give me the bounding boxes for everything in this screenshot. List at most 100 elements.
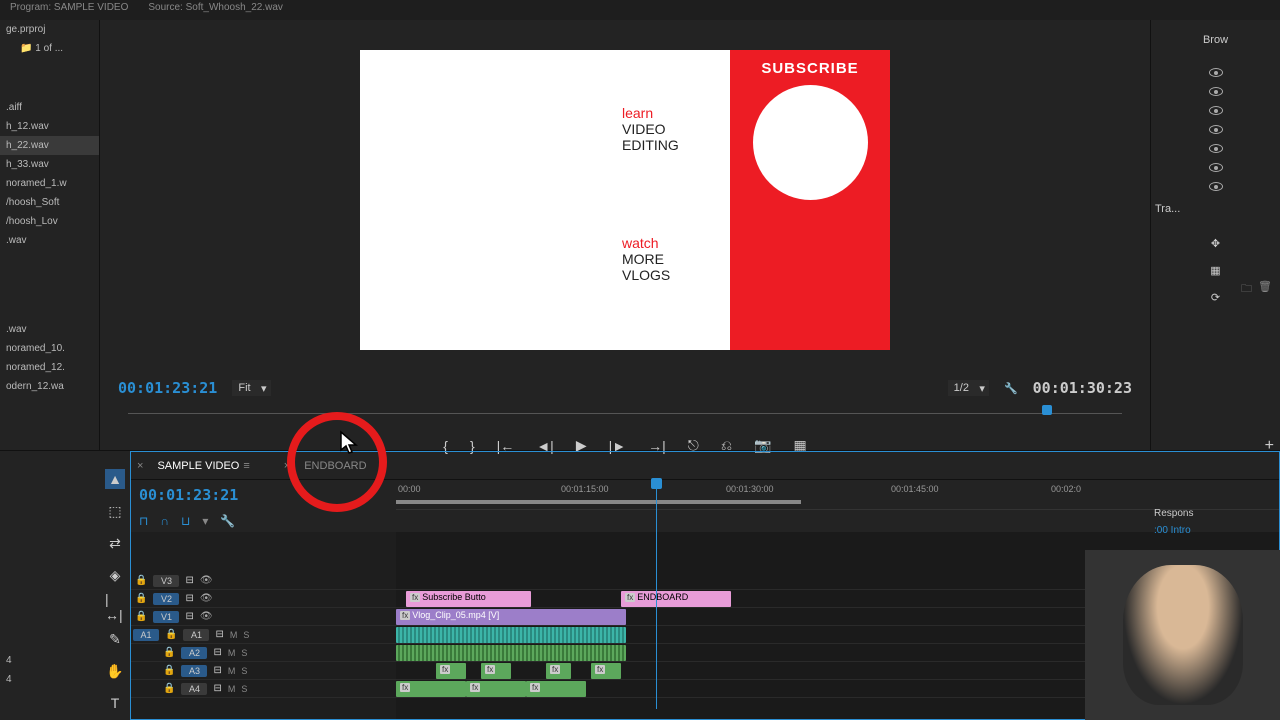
linked-selection-icon[interactable]: ∩ xyxy=(160,514,169,528)
toggle-output-icon[interactable]: ⊟ xyxy=(213,683,221,694)
lock-icon[interactable]: 🔒 xyxy=(163,683,175,694)
visibility-eye-icon[interactable] xyxy=(1209,106,1223,115)
track-label-v3[interactable]: V3 xyxy=(153,575,179,587)
file-item[interactable]: /hoosh_Lov xyxy=(0,212,99,231)
audio-clip[interactable]: fx xyxy=(526,681,586,697)
ripple-edit-icon[interactable]: ⇄ xyxy=(105,533,125,553)
visibility-eye-icon[interactable] xyxy=(1209,68,1223,77)
project-file[interactable]: ge.prproj xyxy=(0,20,99,39)
audio-clip[interactable]: fx xyxy=(546,663,571,679)
move-icon[interactable]: ✥ xyxy=(1211,237,1220,250)
file-item[interactable]: h_33.wav xyxy=(0,155,99,174)
audio-clip[interactable] xyxy=(396,627,626,643)
audio-clip[interactable]: fx xyxy=(396,681,466,697)
file-item[interactable]: noramed_10. xyxy=(0,339,99,358)
new-bin-icon[interactable]: 🗀 xyxy=(1241,280,1252,299)
tab-sample-video[interactable]: SAMPLE VIDEO ≡ xyxy=(147,456,259,476)
responsive-label: Respons xyxy=(1154,508,1276,519)
track-label-v1[interactable]: V1 xyxy=(153,611,179,623)
audio-clip[interactable]: fx xyxy=(466,681,526,697)
type-tool-icon[interactable]: T xyxy=(105,693,125,713)
grid-icon[interactable]: ▦ xyxy=(1210,264,1220,277)
file-item[interactable]: 4 xyxy=(0,651,100,670)
audio-clip[interactable]: fx xyxy=(481,663,511,679)
settings-icon[interactable]: 🔧 xyxy=(1004,382,1018,395)
zoom-fit-dropdown[interactable]: Fit xyxy=(232,380,270,396)
sync-icon[interactable]: ⟳ xyxy=(1211,291,1220,304)
file-item[interactable]: h_12.wav xyxy=(0,117,99,136)
clip-vlog[interactable]: fxVlog_Clip_05.mp4 [V] xyxy=(396,609,626,625)
playhead[interactable] xyxy=(656,480,657,709)
toggle-output-icon[interactable]: ⊟ xyxy=(213,665,221,676)
file-item[interactable]: odern_12.wa xyxy=(0,377,99,396)
intro-marker[interactable]: :00 Intro xyxy=(1154,519,1276,536)
solo-button[interactable]: S xyxy=(241,666,247,676)
audio-clip[interactable] xyxy=(396,645,626,661)
wrench-icon[interactable]: 🔧 xyxy=(220,514,235,528)
visibility-eye-icon[interactable] xyxy=(1209,163,1223,172)
audio-clip[interactable]: fx xyxy=(436,663,466,679)
delete-icon[interactable]: 🗑 xyxy=(1258,280,1272,299)
lock-icon[interactable]: 🔒 xyxy=(165,629,177,640)
snap-icon[interactable]: ⊓ xyxy=(139,514,148,528)
visibility-eye-icon[interactable] xyxy=(1209,87,1223,96)
source-label: Source: Soft_Whoosh_22.wav xyxy=(148,2,283,18)
visibility-eye-icon[interactable] xyxy=(1209,125,1223,134)
file-item[interactable]: noramed_1.w xyxy=(0,174,99,193)
solo-button[interactable]: S xyxy=(241,648,247,658)
track-label-a4[interactable]: A4 xyxy=(181,683,207,695)
close-tab-icon[interactable]: × xyxy=(137,460,143,472)
track-label-v2[interactable]: V2 xyxy=(153,593,179,605)
track-label-a3[interactable]: A3 xyxy=(181,665,207,677)
toggle-output-icon[interactable]: ⊟ xyxy=(185,611,193,622)
marker-icon[interactable]: ⊔ xyxy=(181,514,190,528)
clip-endboard[interactable]: fxENDBOARD xyxy=(621,591,731,607)
toggle-output-icon[interactable]: ⊟ xyxy=(215,629,223,640)
solo-button[interactable]: S xyxy=(243,630,249,640)
patch-a1[interactable]: A1 xyxy=(133,629,159,641)
visibility-eye-icon[interactable] xyxy=(1209,144,1223,153)
file-item[interactable]: .wav xyxy=(0,320,99,339)
track-label-a1[interactable]: A1 xyxy=(183,629,209,641)
selection-tool-icon[interactable]: ▲ xyxy=(105,469,125,489)
file-item[interactable]: h_22.wav xyxy=(0,136,99,155)
file-item[interactable]: .wav xyxy=(0,231,99,250)
current-timecode[interactable]: 00:01:23:21 xyxy=(118,379,217,397)
timeline-ruler[interactable]: 00:00 00:01:15:00 00:01:30:00 00:01:45:0… xyxy=(396,480,1279,510)
track-label-a2[interactable]: A2 xyxy=(181,647,207,659)
resolution-dropdown[interactable]: 1/2 xyxy=(948,380,989,396)
pen-tool-icon[interactable]: ✎ xyxy=(105,629,125,649)
track-select-icon[interactable]: ⬚ xyxy=(105,501,125,521)
tab-endboard[interactable]: ENDBOARD xyxy=(294,456,376,476)
mute-button[interactable]: M xyxy=(228,666,236,676)
toggle-output-icon[interactable]: ⊟ xyxy=(213,647,221,658)
toggle-output-icon[interactable]: ⊟ xyxy=(185,575,193,586)
slip-tool-icon[interactable]: |↔| xyxy=(105,597,125,617)
lock-icon[interactable]: 🔒 xyxy=(135,575,147,586)
eye-icon[interactable]: 👁 xyxy=(200,593,213,604)
lock-icon[interactable]: 🔒 xyxy=(163,665,175,676)
toggle-output-icon[interactable]: ⊟ xyxy=(185,593,193,604)
close-tab-icon[interactable]: × xyxy=(284,460,290,472)
file-item[interactable]: .aiff xyxy=(0,98,99,117)
lock-icon[interactable]: 🔒 xyxy=(135,593,147,604)
file-item[interactable]: /hoosh_Soft xyxy=(0,193,99,212)
mute-button[interactable]: M xyxy=(228,684,236,694)
settings-icon[interactable]: ▾ xyxy=(202,514,208,528)
hand-tool-icon[interactable]: ✋ xyxy=(105,661,125,681)
audio-clip[interactable]: fx xyxy=(591,663,621,679)
lock-icon[interactable]: 🔒 xyxy=(163,647,175,658)
eye-icon[interactable]: 👁 xyxy=(200,575,213,586)
file-item[interactable]: noramed_12. xyxy=(0,358,99,377)
razor-tool-icon[interactable]: ◈ xyxy=(105,565,125,585)
visibility-eye-icon[interactable] xyxy=(1209,182,1223,191)
file-item[interactable]: 4 xyxy=(0,670,100,689)
mute-button[interactable]: M xyxy=(230,630,238,640)
timeline-timecode[interactable]: 00:01:23:21 xyxy=(139,486,238,504)
solo-button[interactable]: S xyxy=(241,684,247,694)
mute-button[interactable]: M xyxy=(228,648,236,658)
lock-icon[interactable]: 🔒 xyxy=(135,611,147,622)
eye-icon[interactable]: 👁 xyxy=(200,611,213,622)
clip-subscribe[interactable]: fxSubscribe Butto xyxy=(406,591,531,607)
program-scrubber[interactable] xyxy=(118,405,1132,425)
